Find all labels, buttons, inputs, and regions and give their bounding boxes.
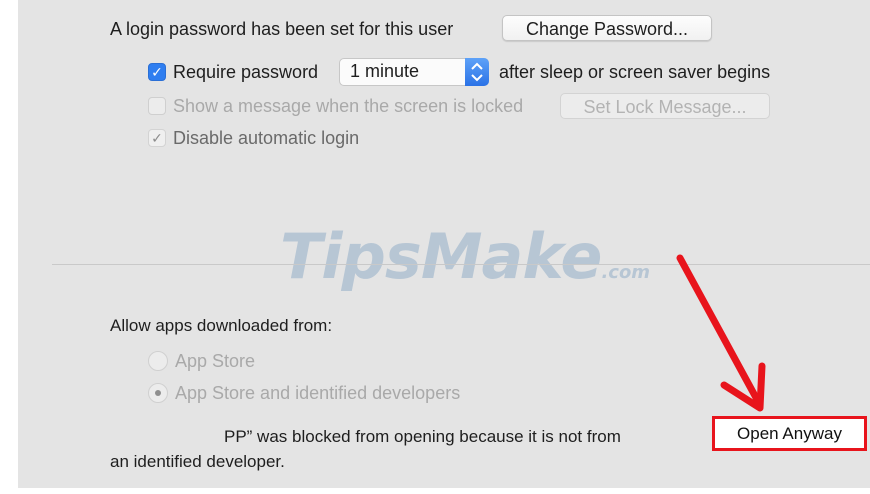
allow-apps-heading: Allow apps downloaded from: [110, 316, 333, 335]
set-lock-message-button[interactable]: Set Lock Message... [560, 93, 770, 119]
radio-identified-developers[interactable] [148, 383, 168, 403]
disable-auto-login-checkbox[interactable]: ✓ [148, 129, 166, 147]
blocked-message-line1: PP” was blocked from opening because it … [224, 427, 621, 446]
change-password-button[interactable]: Change Password... [502, 15, 712, 41]
radio-selected-dot [155, 390, 161, 396]
show-message-checkbox[interactable] [148, 97, 166, 115]
require-password-checkbox[interactable]: ✓ [148, 63, 166, 81]
radio-app-store[interactable] [148, 351, 168, 371]
require-password-label: Require password [173, 62, 319, 82]
interval-value: 1 minute [350, 61, 420, 81]
show-message-label: Show a message when the screen is locked [173, 96, 524, 116]
open-anyway-label: Open Anyway [737, 424, 842, 443]
tipsmake-watermark: TipsMake.com [280, 220, 651, 293]
open-anyway-button[interactable]: Open Anyway [712, 416, 867, 451]
red-arrow-icon [676, 254, 766, 412]
disable-auto-login-label: Disable automatic login [173, 128, 360, 148]
blocked-message-line2: an identified developer. [110, 452, 285, 471]
require-password-suffix: after sleep or screen saver begins [499, 62, 771, 82]
radio-identified-developers-label: App Store and identified developers [175, 383, 461, 403]
require-password-interval-select[interactable]: 1 minute [339, 58, 489, 86]
login-password-label: A login password has been set for this u… [110, 19, 454, 39]
stepper-chevrons-icon [465, 58, 489, 86]
radio-app-store-label: App Store [175, 351, 256, 371]
